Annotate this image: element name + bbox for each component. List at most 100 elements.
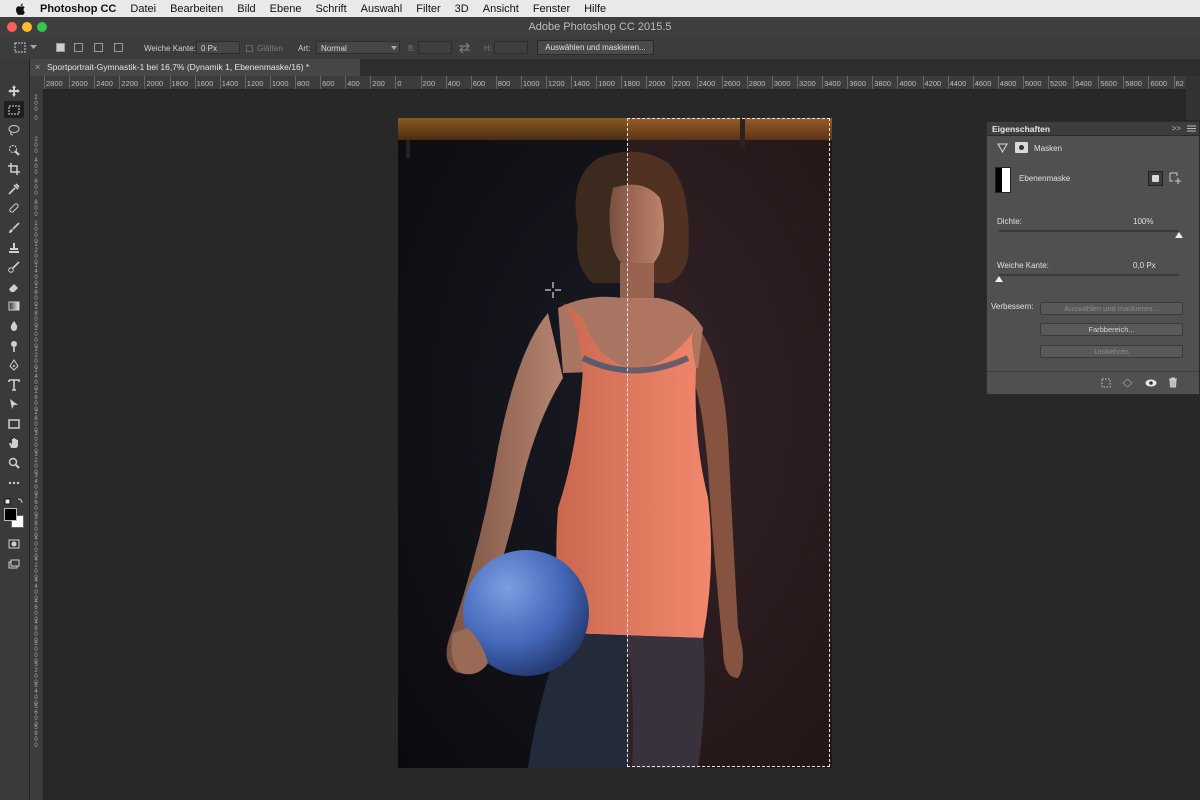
more-tools-icon[interactable] xyxy=(4,474,24,491)
menu-auswahl[interactable]: Auswahl xyxy=(361,3,403,15)
feather-slider-track[interactable] xyxy=(999,274,1179,276)
menu-filter[interactable]: Filter xyxy=(416,3,440,15)
ruler-tick-line xyxy=(1048,76,1049,89)
ruler-tick-label: 4800 xyxy=(999,79,1017,88)
menu-3d[interactable]: 3D xyxy=(455,3,469,15)
gradient-tool-icon[interactable] xyxy=(4,297,24,314)
ruler-tick-line xyxy=(520,76,522,89)
menu-datei[interactable]: Datei xyxy=(130,3,156,15)
app-menu[interactable]: Photoshop CC xyxy=(40,3,116,15)
ruler-tick-line xyxy=(571,76,573,89)
ruler-tick-label: 3000 xyxy=(773,79,791,88)
window-title: Adobe Photoshop CC 2015.5 xyxy=(528,21,672,33)
menu-ebene[interactable]: Ebene xyxy=(270,3,302,15)
crop-tool-icon[interactable] xyxy=(4,160,24,177)
blur-tool-icon[interactable] xyxy=(4,317,24,334)
density-slider-track[interactable] xyxy=(999,230,1179,232)
ruler-tick-label: 5800 xyxy=(1125,79,1142,88)
screen-mode-icon[interactable] xyxy=(4,555,24,572)
ruler-tick-line xyxy=(546,76,547,89)
ruler-tick-label: 800 xyxy=(297,79,310,88)
quick-mask-icon[interactable] xyxy=(4,535,24,552)
path-selection-tool-icon[interactable] xyxy=(4,395,24,412)
lasso-tool-icon[interactable] xyxy=(4,121,24,138)
height-input[interactable] xyxy=(494,41,528,54)
new-selection-icon[interactable] xyxy=(56,43,65,52)
menu-schrift[interactable]: Schrift xyxy=(315,3,346,15)
select-and-mask-panel-button[interactable]: Auswählen und maskieren... xyxy=(1040,302,1183,315)
pen-tool-icon[interactable] xyxy=(4,356,24,373)
foreground-color-swatch[interactable] xyxy=(4,508,17,521)
horizontal-ruler[interactable]: 2800 2600 2400 2200 2000 1800 1600 1400 1200 1000… xyxy=(30,76,1186,90)
menu-fenster[interactable]: Fenster xyxy=(533,3,570,15)
antialias-checkbox[interactable] xyxy=(246,45,253,52)
chevron-down-icon[interactable] xyxy=(30,45,37,50)
menu-hilfe[interactable]: Hilfe xyxy=(584,3,606,15)
hand-tool-icon[interactable] xyxy=(4,434,24,451)
add-selection-icon[interactable] xyxy=(74,43,83,52)
feather-value[interactable]: 0,0 Px xyxy=(1133,261,1156,270)
feather-slider-thumb[interactable] xyxy=(995,276,1003,282)
quick-selection-tool-icon[interactable] xyxy=(4,141,24,158)
width-input[interactable] xyxy=(418,41,452,54)
document-tab[interactable]: × Sportportrait-Gymnastik-1 bei 16,7% (D… xyxy=(30,59,361,76)
load-selection-icon[interactable] xyxy=(1101,378,1111,388)
move-tool-icon[interactable] xyxy=(4,82,24,99)
menu-bearbeiten[interactable]: Bearbeiten xyxy=(170,3,223,15)
menu-bild[interactable]: Bild xyxy=(237,3,255,15)
intersect-selection-icon[interactable] xyxy=(114,43,123,52)
vertical-ruler[interactable]: 2000200400600800100012001400160018002000… xyxy=(30,89,44,800)
density-value[interactable]: 100% xyxy=(1133,217,1153,226)
ruler-tick-label: 5800 xyxy=(34,725,38,749)
properties-panel-header[interactable]: Eigenschaften >> xyxy=(987,122,1199,136)
add-vector-mask-icon[interactable] xyxy=(1169,172,1182,185)
marquee-tool-icon[interactable] xyxy=(4,101,24,118)
feather-input[interactable]: 0 Px xyxy=(196,41,240,54)
panel-menu-icon[interactable] xyxy=(1187,125,1196,132)
menu-ansicht[interactable]: Ansicht xyxy=(483,3,519,15)
select-pixel-mask-icon[interactable] xyxy=(1148,171,1163,186)
refine-label: Verbessern: xyxy=(991,302,1034,311)
ruler-tick-label: 4200 xyxy=(924,79,942,88)
visibility-eye-icon[interactable] xyxy=(1145,378,1157,388)
ruler-tick-label: 4400 xyxy=(949,79,967,88)
delete-mask-icon[interactable] xyxy=(1168,377,1178,388)
ruler-tick-label: 2800 xyxy=(748,79,766,88)
subtract-selection-icon[interactable] xyxy=(94,43,103,52)
swap-dimensions-icon[interactable] xyxy=(458,43,471,53)
ruler-tick-label: 5400 xyxy=(1075,79,1092,88)
style-select[interactable]: Normal xyxy=(316,41,400,54)
ruler-tick-label: 1000 xyxy=(522,79,540,88)
ruler-tick-line xyxy=(1098,76,1100,89)
eraser-tool-icon[interactable] xyxy=(4,278,24,295)
rectangle-tool-icon[interactable] xyxy=(4,415,24,432)
clone-stamp-tool-icon[interactable] xyxy=(4,239,24,256)
dodge-tool-icon[interactable] xyxy=(4,337,24,354)
zoom-tool-icon[interactable] xyxy=(4,454,24,471)
healing-brush-tool-icon[interactable] xyxy=(4,199,24,216)
apply-mask-icon[interactable] xyxy=(1122,378,1133,388)
marquee-preset-icon[interactable] xyxy=(14,42,26,53)
ruler-tick-line xyxy=(621,76,623,89)
brush-tool-icon[interactable] xyxy=(4,219,24,236)
ruler-tick-line xyxy=(596,76,598,89)
type-tool-icon[interactable] xyxy=(4,376,24,393)
ruler-tick-label: 400 xyxy=(34,158,38,176)
density-slider-thumb[interactable] xyxy=(1175,232,1183,238)
mask-thumbnail[interactable] xyxy=(995,167,1011,193)
ruler-tick-line xyxy=(922,76,924,89)
swap-colors-icon[interactable] xyxy=(4,494,26,505)
document-tab-title: Sportportrait-Gymnastik-1 bei 16,7% (Dyn… xyxy=(47,62,310,72)
invert-button[interactable]: Umkehren xyxy=(1040,345,1183,358)
color-range-button[interactable]: Farbbereich... xyxy=(1040,323,1183,336)
ruler-tick-label: 200 xyxy=(422,79,436,88)
select-and-mask-button[interactable]: Auswählen und maskieren... xyxy=(537,40,654,55)
apple-icon[interactable] xyxy=(14,2,28,16)
close-tab-icon[interactable]: × xyxy=(35,59,40,76)
pixel-mask-icon[interactable] xyxy=(1015,142,1028,153)
eyedropper-tool-icon[interactable] xyxy=(4,180,24,197)
collapse-panel-icon[interactable]: >> xyxy=(1172,124,1181,133)
history-brush-tool-icon[interactable] xyxy=(4,258,24,275)
ruler-tick-line xyxy=(495,76,497,89)
marquee-selection[interactable] xyxy=(627,118,830,767)
